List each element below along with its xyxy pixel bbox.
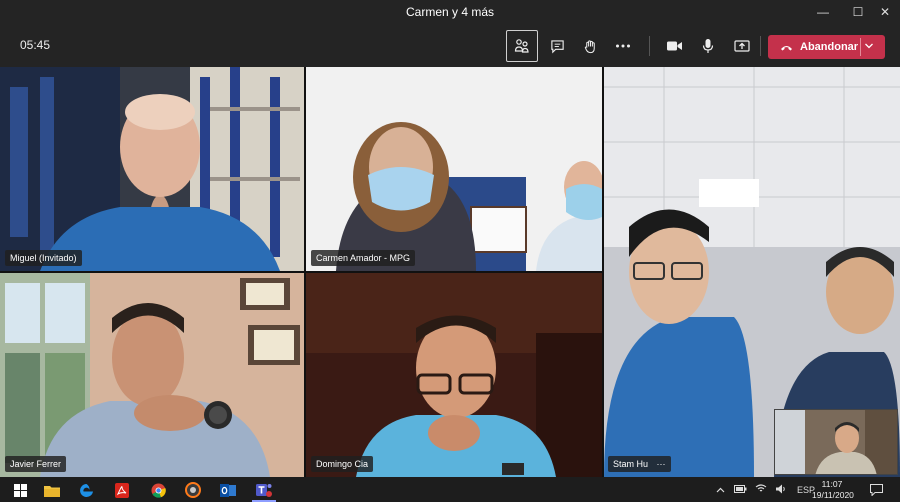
people-icon: [514, 39, 529, 53]
video-tile-stam-hu[interactable]: Stam Hu ···: [604, 67, 900, 477]
hand-icon: [584, 39, 595, 53]
participant-name: Carmen Amador - MPG: [311, 250, 416, 266]
leave-label: Abandonar: [800, 41, 859, 53]
camera-button[interactable]: [658, 30, 690, 62]
leave-options-chevron-icon[interactable]: [864, 37, 874, 58]
windows-start-icon[interactable]: [10, 480, 30, 500]
participant-name: Javier Ferrer: [5, 456, 67, 472]
participant-name-with-more: Stam Hu ···: [608, 456, 671, 472]
more-options-icon[interactable]: ···: [657, 459, 666, 469]
chrome-browser-icon[interactable]: [148, 480, 168, 500]
minimize-button[interactable]: —: [808, 0, 838, 24]
toolbar-divider: [760, 36, 761, 56]
teams-icon[interactable]: [252, 480, 276, 500]
wifi-icon[interactable]: [755, 484, 767, 495]
system-tray: ESP: [716, 477, 815, 502]
media-player-icon[interactable]: [183, 480, 203, 500]
share-screen-icon: [734, 40, 750, 52]
close-button[interactable]: ✕: [870, 0, 900, 24]
clock-time: 11:07: [821, 479, 843, 489]
speaker-icon[interactable]: [775, 484, 787, 496]
outlook-icon[interactable]: [218, 480, 238, 500]
video-tile-domingo[interactable]: Domingo Cia: [306, 273, 602, 477]
participants-button[interactable]: [506, 30, 538, 62]
hang-up-icon: [780, 40, 793, 54]
participant-video: [306, 67, 602, 271]
camera-icon: [666, 41, 682, 51]
microphone-button[interactable]: [692, 30, 724, 62]
leave-button[interactable]: Abandonar: [768, 35, 885, 59]
video-tile-carmen[interactable]: Carmen Amador - MPG: [306, 67, 602, 271]
participant-video: [0, 67, 304, 271]
share-screen-button[interactable]: [726, 30, 758, 62]
meeting-toolbar: 05:45 Abandonar: [0, 24, 900, 67]
raise-hand-button[interactable]: [574, 30, 606, 62]
video-grid: Miguel (Invitado) Carmen Amador - MPG Ja…: [0, 67, 900, 477]
file-explorer-icon[interactable]: [42, 480, 62, 500]
acrobat-reader-icon[interactable]: [112, 480, 132, 500]
title-bar: Carmen y 4 más — ☐ ✕: [0, 0, 900, 24]
notifications-icon[interactable]: [866, 480, 886, 500]
edge-browser-icon[interactable]: [76, 480, 96, 500]
participant-name: Stam Hu: [613, 459, 649, 469]
maximize-button[interactable]: ☐: [843, 0, 873, 24]
tray-expand-chevron-icon[interactable]: [716, 485, 725, 495]
windows-taskbar: ESP 11:07 19/11/2020: [0, 477, 900, 502]
chat-button[interactable]: [541, 30, 573, 62]
video-tile-javier[interactable]: Javier Ferrer: [0, 273, 304, 477]
chat-icon: [550, 39, 564, 53]
self-view-video[interactable]: [774, 409, 898, 475]
battery-icon[interactable]: [734, 484, 747, 495]
participant-name: Miguel (Invitado): [5, 250, 82, 266]
self-view-image: [775, 410, 897, 474]
participant-video: [306, 273, 602, 477]
toolbar-divider: [649, 36, 650, 56]
clock-date: 19/11/2020: [812, 490, 854, 500]
microphone-icon: [702, 39, 714, 53]
participant-video: [0, 273, 304, 477]
window-title: Carmen y 4 más: [405, 5, 495, 19]
more-actions-button[interactable]: [607, 30, 639, 62]
ellipsis-icon: [616, 44, 630, 48]
call-timer: 05:45: [20, 38, 51, 52]
video-tile-miguel[interactable]: Miguel (Invitado): [0, 67, 304, 271]
participant-name: Domingo Cia: [311, 456, 374, 472]
taskbar-clock[interactable]: 11:07 19/11/2020: [812, 479, 854, 501]
